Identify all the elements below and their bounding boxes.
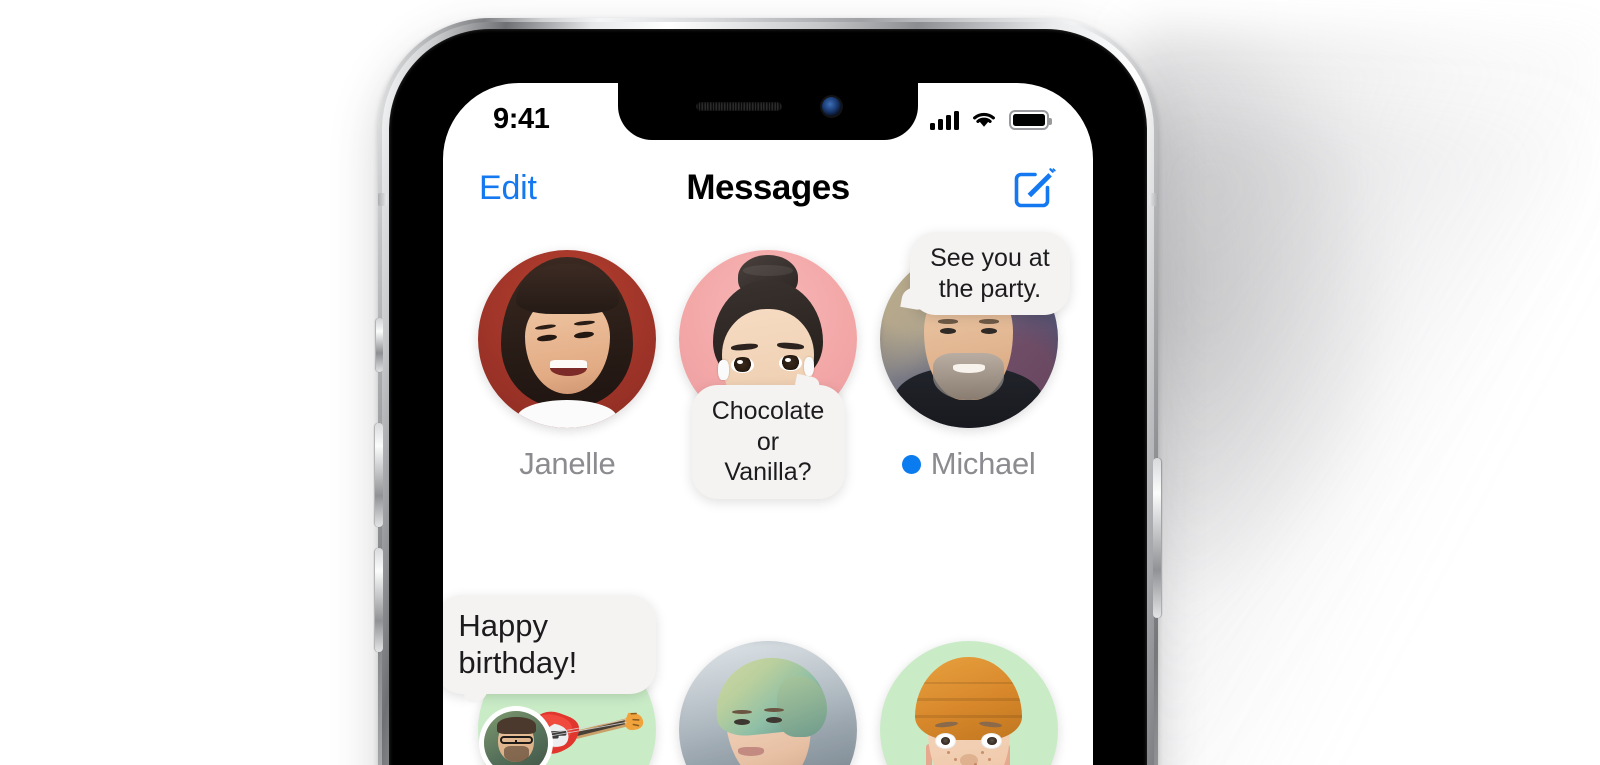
antenna-line-left [378,193,387,206]
volume-up-button[interactable] [375,423,383,527]
device-screen: 9:41 Edit Messages Janelle Chocolate or … [443,83,1093,765]
iphone-device: 9:41 Edit Messages Janelle Chocolate or … [375,18,1161,765]
avatar-wrap: Happy birthday! [443,594,657,765]
conversation-name-row: Michael [901,446,1036,482]
signal-bars-icon [930,110,959,130]
avatar-wrap: Chocolate or Vanilla? [678,250,857,499]
conversation-kathy[interactable]: Chocolate or Vanilla? Kathy [668,250,869,623]
unread-dot [901,454,921,474]
antenna-line-right [1149,193,1158,206]
conversation-michael[interactable]: See you at the party. Michael [868,232,1070,623]
conversation-the-band[interactable]: Happy birthday! The Band [443,594,668,765]
avatar [678,640,857,765]
volume-down-button[interactable] [375,548,383,652]
display-notch [618,83,918,140]
front-camera-icon [821,97,841,116]
avatar-wrap [879,640,1058,765]
conversation-name: Janelle [519,446,616,481]
phone-drop-shadow [1135,30,1600,765]
message-preview-bubble[interactable]: Happy birthday! [443,594,657,704]
ring-silent-switch[interactable] [376,318,383,372]
conversation-grid: Janelle Chocolate or Vanilla? See you at… [443,232,1093,765]
side-power-button[interactable] [1153,458,1161,618]
battery-icon [1009,109,1052,130]
page-title: Messages [686,168,850,207]
phone-drop-shadow-2 [1150,120,1570,765]
status-bar-indicators [930,109,1052,130]
avatar-wrap [478,250,657,428]
message-preview-bubble[interactable]: Chocolate or Vanilla? [691,373,845,499]
conversation-candace[interactable]: Candace [668,640,869,765]
avatar [478,250,657,428]
conversation-name: Michael [930,446,1036,481]
device-bezel: 9:41 Edit Messages Janelle Chocolate or … [389,29,1147,765]
conversation-lauren[interactable]: Lauren [868,640,1069,765]
earpiece-speaker-icon [695,102,782,111]
screenshot-canvas: 9:41 Edit Messages Janelle Chocolate or … [0,0,1600,765]
avatar-wrap: See you at the party. [879,232,1070,428]
wifi-icon [973,112,995,127]
conversation-name-row: Janelle [519,446,615,482]
status-bar-clock: 9:41 [493,103,550,135]
compose-button[interactable] [1011,165,1057,211]
navigation-bar: Edit Messages [443,140,1093,236]
avatar-wrap [678,640,857,765]
compose-icon [1014,168,1056,208]
avatar [879,640,1058,765]
edit-button[interactable]: Edit [479,169,537,208]
conversation-janelle[interactable]: Janelle [467,250,668,623]
message-preview-bubble[interactable]: See you at the party. [900,232,1070,315]
